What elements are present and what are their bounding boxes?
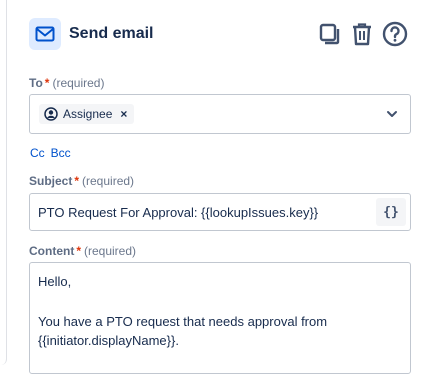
to-recipient-select[interactable]: Assignee × [29, 94, 411, 134]
content-line: You have a PTO request that needs approv… [38, 314, 328, 329]
cc-bcc-links: Cc Bcc [30, 146, 77, 160]
cc-link[interactable]: Cc [30, 146, 45, 160]
content-line: {{initiator.displayName}}. [38, 333, 179, 348]
chip-label: Assignee [63, 107, 113, 121]
smart-value-button[interactable]: {} [376, 198, 406, 226]
copy-button[interactable] [316, 20, 344, 48]
required-text: (required) [82, 174, 135, 188]
required-text: (required) [84, 244, 137, 258]
assignee-chip: Assignee × [39, 104, 135, 124]
remove-chip-icon[interactable]: × [120, 107, 127, 121]
help-button[interactable] [381, 20, 409, 48]
send-email-panel: Send email To * (required) Assignee × Cc… [0, 0, 425, 374]
required-star: * [76, 244, 81, 258]
required-star: * [44, 76, 50, 90]
subject-label: Subject * (required) [29, 174, 134, 188]
email-icon [29, 18, 61, 50]
content-line: Hello, [38, 274, 72, 289]
required-text: (required) [52, 76, 105, 90]
panel-header: Send email [29, 17, 411, 51]
delete-button[interactable] [348, 20, 376, 48]
subject-label-text: Subject [29, 174, 73, 188]
subject-value: PTO Request For Approval: {{lookupIssues… [38, 205, 319, 220]
to-label-text: To [29, 76, 43, 90]
copy-icon [319, 23, 340, 45]
content-textarea[interactable]: Hello, You have a PTO request that needs… [29, 262, 411, 374]
subject-input[interactable]: PTO Request For Approval: {{lookupIssues… [29, 193, 411, 231]
page-title: Send email [69, 25, 154, 42]
help-icon [382, 21, 408, 47]
to-label: To * (required) [29, 76, 104, 90]
panel-edge [0, 0, 7, 365]
required-star: * [74, 174, 80, 188]
chevron-down-icon[interactable] [384, 106, 400, 122]
content-label: Content * (required) [29, 244, 136, 258]
user-icon [44, 107, 58, 121]
content-label-text: Content [29, 244, 75, 258]
bcc-link[interactable]: Bcc [51, 146, 71, 160]
trash-icon [353, 23, 371, 46]
